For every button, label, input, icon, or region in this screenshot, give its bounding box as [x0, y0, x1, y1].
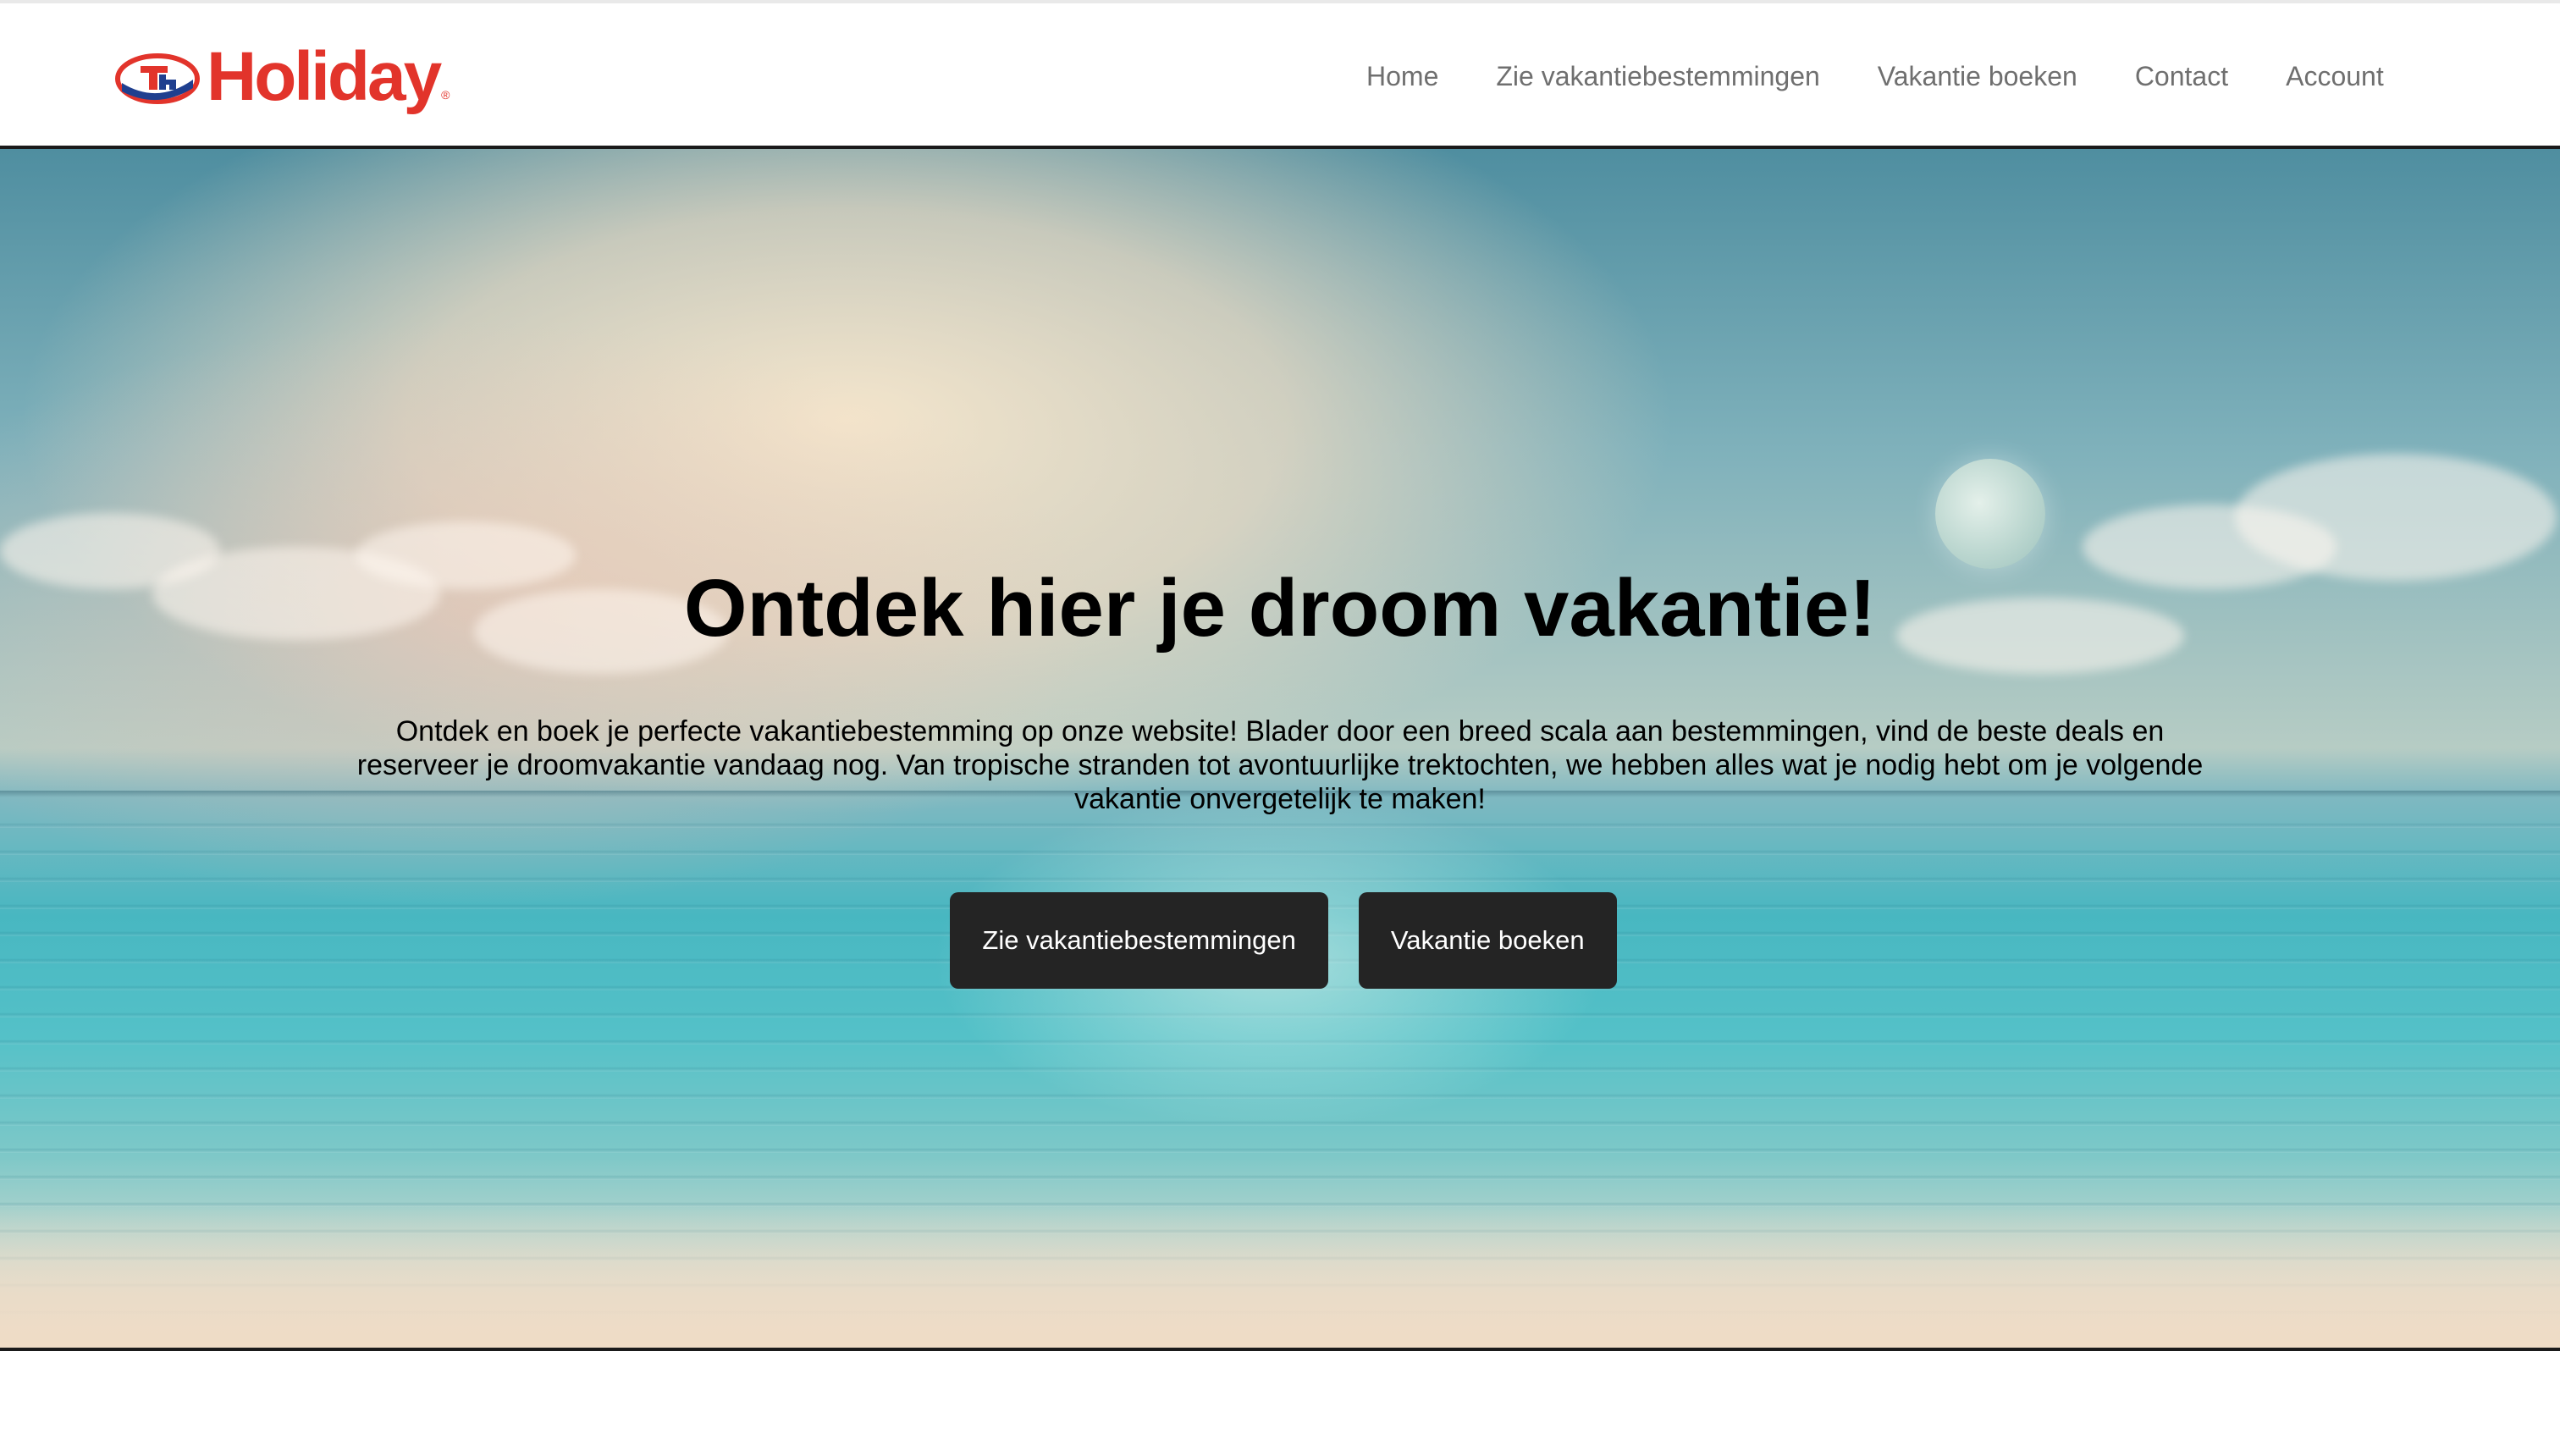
nav-link-destinations[interactable]: Zie vakantiebestemmingen	[1496, 59, 1819, 93]
nav-link-home[interactable]: Home	[1366, 59, 1438, 93]
destinations-button[interactable]: Zie vakantiebestemmingen	[950, 892, 1328, 989]
moon-image	[1935, 459, 2045, 569]
nav-link-booking[interactable]: Vakantie boeken	[1878, 59, 2077, 93]
hero-title: Ontdek hier je droom vakantie!	[683, 563, 1877, 654]
nav-link-account[interactable]: Account	[2286, 59, 2384, 93]
registered-mark: ®	[441, 88, 450, 102]
beach-shore	[0, 1204, 2560, 1348]
main-nav: Home Zie vakantiebestemmingen Vakantie b…	[1366, 59, 2384, 93]
hero-description: Ontdek en boek je perfecte vakantiebeste…	[356, 715, 2204, 815]
cloud	[2235, 454, 2557, 581]
holiday-emblem-icon	[115, 53, 200, 104]
hero-buttons: Zie vakantiebestemmingen Vakantie boeken	[0, 892, 2560, 989]
hero-section: Ontdek hier je droom vakantie! Ontdek en…	[0, 146, 2560, 1351]
book-vacation-button[interactable]: Vakantie boeken	[1358, 892, 1617, 989]
holiday-logo[interactable]: Holiday ®	[115, 41, 462, 117]
logo-wordmark: Holiday	[207, 38, 442, 115]
nav-link-contact[interactable]: Contact	[2135, 59, 2228, 93]
site-header: Holiday ® Home Zie vakantiebestemmingen …	[0, 3, 2560, 147]
